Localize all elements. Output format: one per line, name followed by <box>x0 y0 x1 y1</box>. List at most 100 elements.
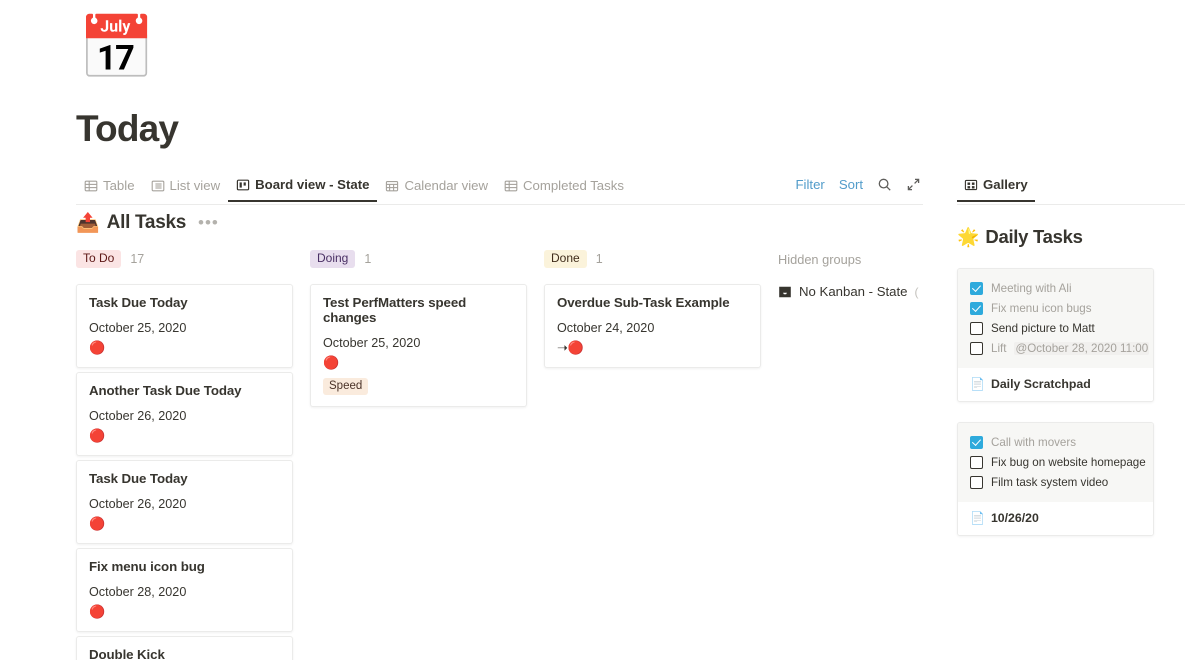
board-menu-button[interactable]: ••• <box>198 214 219 231</box>
tab-table[interactable]: Table <box>76 178 143 201</box>
red-circle-icon: 🔴 <box>89 604 106 619</box>
card-date: October 25, 2020 <box>89 321 187 335</box>
star-icon: 🌟 <box>957 227 980 247</box>
gallery-card-footer: 📄 10/26/20 <box>958 502 1153 535</box>
red-circle-icon: 🔴 <box>89 340 106 355</box>
gallery-card-preview: Call with movers Fix bug on website home… <box>958 423 1153 502</box>
board-title[interactable]: All Tasks <box>107 212 187 234</box>
kanban-board: To Do 17 Task Due Today October 25, 2020… <box>76 248 926 660</box>
tab-calendar-view-label: Calendar view <box>404 178 488 193</box>
column-count: 17 <box>130 252 145 266</box>
filter-button[interactable]: Filter <box>796 177 825 192</box>
todo-label: Call with movers <box>991 435 1077 449</box>
page-emoji-icon[interactable]: 📅 <box>78 14 155 84</box>
table-row[interactable]: Another Task Due Today October 26, 2020 … <box>76 372 293 456</box>
inbox-tray-icon <box>778 285 792 299</box>
board-column-done: Done 1 Overdue Sub-Task Example October … <box>544 248 778 660</box>
expand-icon[interactable] <box>906 177 921 192</box>
card-date: October 24, 2020 <box>557 321 655 335</box>
card-date: October 26, 2020 <box>89 497 187 511</box>
card-title: Test PerfMatters speed changes <box>323 295 467 325</box>
sort-button[interactable]: Sort <box>839 177 863 192</box>
gallery-card-title: Daily Scratchpad <box>990 377 1091 391</box>
checkbox-checked-icon[interactable] <box>970 435 983 449</box>
calendar-icon <box>385 179 399 193</box>
gallery-tab-bar: Gallery <box>957 177 1185 205</box>
todo-label: Meeting with Ali <box>991 281 1072 295</box>
checkbox-unchecked-icon[interactable] <box>970 321 983 335</box>
todo-row[interactable]: Call with movers <box>970 432 1141 452</box>
list-icon <box>151 179 165 193</box>
todo-label: Lift <box>991 341 1007 355</box>
todo-row[interactable]: Fix bug on website homepage <box>970 452 1146 472</box>
outbox-tray-icon: 📤 <box>76 212 100 234</box>
card-date: October 25, 2020 <box>323 336 421 350</box>
gallery-icon <box>964 178 978 192</box>
gallery-header: 🌟 Daily Tasks <box>957 226 1185 248</box>
view-tab-bar: Table List view Board view - State Calen… <box>76 177 923 205</box>
tab-completed-tasks[interactable]: Completed Tasks <box>496 178 632 201</box>
tab-calendar-view[interactable]: Calendar view <box>377 178 496 201</box>
hidden-group-label: No Kanban - State <box>799 284 908 299</box>
view-actions: Filter Sort <box>796 177 924 200</box>
gallery-title[interactable]: Daily Tasks <box>985 226 1082 248</box>
board-column-doing: Doing 1 Test PerfMatters speed changes O… <box>310 248 544 660</box>
list-item[interactable]: Meeting with Ali Fix menu icon bugs Send… <box>957 268 1154 402</box>
todo-label: Fix menu icon bugs <box>991 301 1092 315</box>
tab-gallery[interactable]: Gallery <box>957 177 1035 202</box>
todo-row[interactable]: Lift @October 28, 2020 11:00 <box>970 338 1150 358</box>
column-count: 1 <box>595 252 603 266</box>
tab-table-label: Table <box>103 178 135 193</box>
tab-board-view-state-label: Board view - State <box>255 177 370 192</box>
card-title: Overdue Sub-Task Example <box>557 295 730 310</box>
table-icon <box>504 179 518 193</box>
todo-label: Fix bug on website homepage <box>991 455 1146 469</box>
checkbox-checked-icon[interactable] <box>970 301 983 315</box>
checkbox-checked-icon[interactable] <box>970 281 983 295</box>
view-tabs: Table List view Board view - State Calen… <box>76 177 632 202</box>
page-icon: 📄 <box>970 377 985 391</box>
gallery-card-footer: 📄 Daily Scratchpad <box>958 368 1153 401</box>
hidden-group-more[interactable]: ( <box>915 285 919 299</box>
card-date: October 28, 2020 <box>89 585 187 599</box>
column-count: 1 <box>364 252 372 266</box>
card-title: Task Due Today <box>89 471 188 486</box>
todo-row[interactable]: Send picture to Matt <box>970 318 1141 338</box>
table-icon <box>84 179 98 193</box>
table-row[interactable]: Task Due Today October 25, 2020 🔴 <box>76 284 293 368</box>
card-title: Another Task Due Today <box>89 383 242 398</box>
tab-list-view[interactable]: List view <box>143 178 229 201</box>
board-icon <box>236 178 250 192</box>
gallery-card-title: 10/26/20 <box>990 511 1039 525</box>
checkbox-unchecked-icon[interactable] <box>970 455 983 469</box>
board-column-todo: To Do 17 Task Due Today October 25, 2020… <box>76 248 310 660</box>
card-title: Task Due Today <box>89 295 188 310</box>
todo-label: Film task system video <box>991 475 1109 489</box>
tab-board-view-state[interactable]: Board view - State <box>228 177 378 202</box>
status-badge: Done <box>544 249 587 269</box>
gallery-panel: Gallery 🌟 Daily Tasks Meeting with Ali F… <box>957 177 1185 536</box>
table-row[interactable]: Test PerfMatters speed changes October 2… <box>310 284 527 407</box>
todo-row[interactable]: Film task system video <box>970 472 1141 492</box>
tab-list-view-label: List view <box>169 178 221 193</box>
date-mention[interactable]: @October 28, 2020 11:00 <box>1014 341 1150 355</box>
table-row[interactable]: Fix menu icon bug October 28, 2020 🔴 <box>76 548 293 632</box>
search-icon[interactable] <box>877 177 892 192</box>
card-date: October 26, 2020 <box>89 409 187 423</box>
list-item[interactable]: Call with movers Fix bug on website home… <box>957 422 1154 536</box>
todo-row[interactable]: Meeting with Ali <box>970 278 1141 298</box>
tab-completed-tasks-label: Completed Tasks <box>523 178 624 193</box>
table-row[interactable]: Overdue Sub-Task Example October 24, 202… <box>544 284 761 368</box>
card-title: Double Kick <box>89 647 165 660</box>
board-header: 📤 All Tasks ••• <box>76 212 219 234</box>
checkbox-unchecked-icon[interactable] <box>970 475 983 489</box>
todo-row[interactable]: Fix menu icon bugs <box>970 298 1141 318</box>
checkbox-unchecked-icon[interactable] <box>970 341 983 355</box>
table-row[interactable]: Double Kick October 29, 2020 ➝🔴 <box>76 636 293 660</box>
notion-page: 📅 Today Table List view Board view - Sta… <box>0 0 1200 660</box>
table-row[interactable]: Task Due Today October 26, 2020 🔴 <box>76 460 293 544</box>
status-badge: To Do <box>76 249 122 269</box>
column-header: Doing 1 <box>310 248 544 270</box>
page-icon: 📄 <box>970 511 985 525</box>
overdue-red-circle-icon: ➝🔴 <box>557 340 585 355</box>
